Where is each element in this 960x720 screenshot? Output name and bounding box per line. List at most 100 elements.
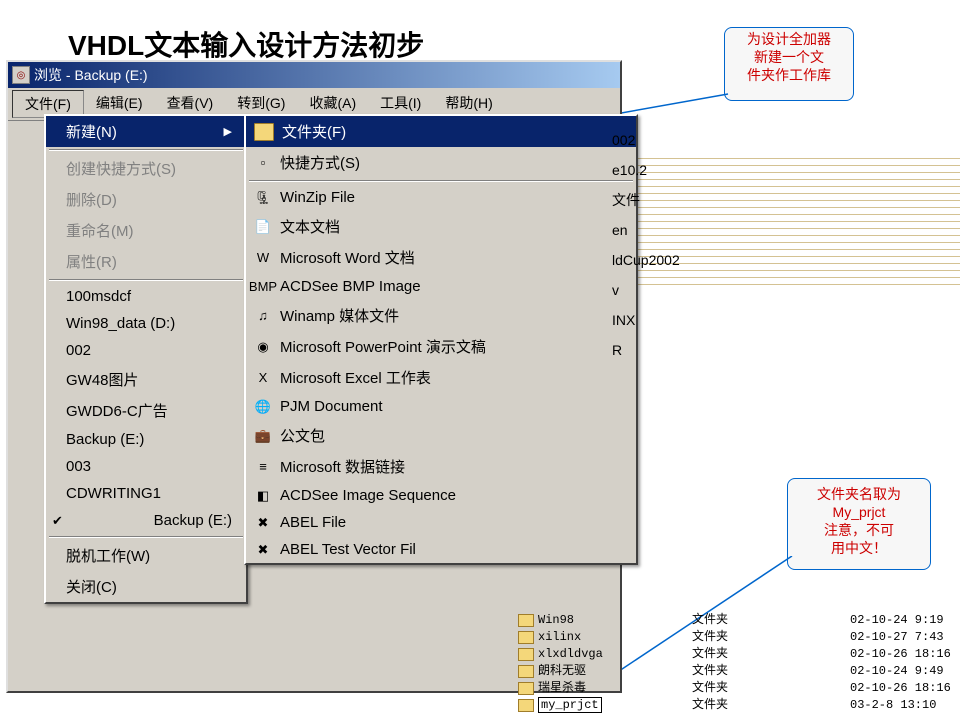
folder-date: 02-10-24 9:49 bbox=[850, 663, 960, 680]
folder-icon bbox=[518, 682, 534, 695]
new-item-acd[interactable]: ◧ACDSee Image Sequence bbox=[246, 482, 636, 509]
folder-icon bbox=[518, 631, 534, 644]
new-item-text[interactable]: 📄 文本文档 bbox=[246, 211, 636, 242]
new-item-winzip[interactable]: 🗜 WinZip File bbox=[246, 184, 636, 211]
folder-date: 03-2-8 13:10 bbox=[850, 697, 960, 714]
folder-date: 02-10-26 18:16 bbox=[850, 680, 960, 697]
folder-type: 文件夹 bbox=[692, 663, 850, 680]
folder-type: 文件夹 bbox=[692, 612, 850, 629]
menu-item-recent[interactable]: 003 bbox=[46, 453, 246, 480]
new-item-abel[interactable]: ✖ ABEL File bbox=[246, 509, 636, 536]
menu-item-recent[interactable]: Win98_data (D:) bbox=[46, 310, 246, 337]
shortcut-icon: ▫ bbox=[254, 155, 272, 171]
folder-date: 02-10-26 18:16 bbox=[850, 646, 960, 663]
folder-name: my_prjct bbox=[538, 697, 692, 714]
menu-item-new[interactable]: 新建(N)▶ bbox=[46, 116, 246, 147]
menu-item-recent[interactable]: GW48图片 bbox=[46, 364, 246, 395]
menu-item-close[interactable]: 关闭(C) bbox=[46, 571, 246, 602]
folder-date: 02-10-27 7:43 bbox=[850, 629, 960, 646]
mdb-icon: ≡ bbox=[254, 459, 272, 475]
background-list: 002e10.2 文件enldCup2002 vINX R bbox=[612, 125, 727, 365]
new-item-shortcut[interactable]: ▫ 快捷方式(S) bbox=[246, 147, 636, 178]
folder-icon bbox=[518, 648, 534, 661]
window-title: 浏览 - Backup (E:) bbox=[34, 65, 148, 85]
briefcase-icon: 💼 bbox=[254, 428, 272, 444]
folder-row[interactable]: 朗科无驱文件夹02-10-24 9:49 bbox=[518, 663, 960, 680]
callout-create-folder: 为设计全加器 新建一个文 件夹作工作库 bbox=[724, 27, 854, 101]
folder-icon bbox=[518, 665, 534, 678]
app-icon: ◎ bbox=[12, 66, 30, 84]
menu-item-rename: 重命名(M) bbox=[46, 215, 246, 246]
folder-icon bbox=[518, 699, 534, 712]
new-item-ppt[interactable]: ◉ Microsoft PowerPoint 演示文稿 bbox=[246, 331, 636, 362]
folder-row[interactable]: Win98文件夹02-10-24 9:19 bbox=[518, 612, 960, 629]
menu-item-label: Winamp 媒体文件 bbox=[280, 305, 399, 326]
excel-icon: X bbox=[254, 370, 272, 386]
menu-item-recent[interactable]: 002 bbox=[46, 337, 246, 364]
new-item-mdb[interactable]: ≡ Microsoft 数据链接 bbox=[246, 451, 636, 482]
menu-item-delete: 删除(D) bbox=[46, 184, 246, 215]
folder-type: 文件夹 bbox=[692, 629, 850, 646]
menu-item-shortcut: 创建快捷方式(S) bbox=[46, 153, 246, 184]
file-menu: 新建(N)▶ 创建快捷方式(S) 删除(D) 重命名(M) 属性(R) 100m… bbox=[44, 114, 248, 604]
menu-item-recent[interactable]: CDWRITING1 bbox=[46, 480, 246, 507]
new-item-winamp[interactable]: ♫ Winamp 媒体文件 bbox=[246, 300, 636, 331]
new-item-briefcase[interactable]: 💼 公文包 bbox=[246, 420, 636, 451]
menu-item-label: ABEL File bbox=[280, 514, 346, 531]
menu-item-label: 文本文档 bbox=[280, 216, 340, 237]
menu-item-recent[interactable]: 100msdcf bbox=[46, 283, 246, 310]
menu-item-label: 文件夹(F) bbox=[282, 121, 346, 142]
menu-item-properties: 属性(R) bbox=[46, 246, 246, 277]
folder-name: Win98 bbox=[538, 612, 692, 629]
menu-item-recent[interactable]: ✔Backup (E:) bbox=[46, 507, 246, 534]
menu-item-recent[interactable]: GWDD6-C广告 bbox=[46, 395, 246, 426]
rename-input[interactable]: my_prjct bbox=[538, 697, 602, 713]
menu-item-label: Microsoft 数据链接 bbox=[280, 456, 405, 477]
folder-name: 朗科无驱 bbox=[538, 663, 692, 680]
page-title: VHDL文本输入设计方法初步 bbox=[68, 24, 424, 64]
new-item-folder[interactable]: 文件夹(F) bbox=[246, 116, 636, 147]
folder-row[interactable]: 瑞星杀毒文件夹02-10-26 18:16 bbox=[518, 680, 960, 697]
menu-item-label: ACDSee BMP Image bbox=[280, 278, 421, 295]
menu-item-label: Microsoft Excel 工作表 bbox=[280, 367, 431, 388]
new-item-pjm[interactable]: 🌐PJM Document bbox=[246, 393, 636, 420]
folder-row[interactable]: xlxdldvga文件夹02-10-26 18:16 bbox=[518, 646, 960, 663]
check-icon: ✔ bbox=[52, 513, 63, 529]
folder-icon bbox=[518, 614, 534, 627]
folder-name: 瑞星杀毒 bbox=[538, 680, 692, 697]
winamp-icon: ♫ bbox=[254, 308, 272, 324]
menu-item-offline[interactable]: 脱机工作(W) bbox=[46, 540, 246, 571]
folder-name: xilinx bbox=[538, 629, 692, 646]
winzip-icon: 🗜 bbox=[254, 190, 272, 206]
menu-item-recent[interactable]: Backup (E:) bbox=[46, 426, 246, 453]
menu-item-label: 公文包 bbox=[280, 425, 325, 446]
new-item-bmp[interactable]: BMP ACDSee BMP Image bbox=[246, 273, 636, 300]
folder-row[interactable]: my_prjct 文件夹03-2-8 13:10 bbox=[518, 697, 960, 714]
submenu-arrow-icon: ▶ bbox=[224, 125, 232, 138]
folder-row[interactable]: xilinx文件夹02-10-27 7:43 bbox=[518, 629, 960, 646]
text-icon: 📄 bbox=[254, 219, 272, 235]
explorer-window: ◎ 浏览 - Backup (E:) 文件(F) 编辑(E) 查看(V) 转到(… bbox=[6, 60, 622, 693]
new-submenu: 文件夹(F)▫快捷方式(S)🗜WinZip File📄文本文档WMicrosof… bbox=[244, 114, 638, 565]
new-item-abel[interactable]: ✖ ABEL Test Vector Fil bbox=[246, 536, 636, 563]
folder-details-list: Win98文件夹02-10-24 9:19xilinx文件夹02-10-27 7… bbox=[518, 612, 960, 714]
word-icon: W bbox=[254, 250, 272, 266]
new-item-word[interactable]: WMicrosoft Word 文档 bbox=[246, 242, 636, 273]
menu-item-label: WinZip File bbox=[280, 189, 355, 206]
pjm-icon: 🌐 bbox=[254, 399, 272, 415]
window-titlebar: ◎ 浏览 - Backup (E:) bbox=[8, 62, 620, 88]
folder-name: xlxdldvga bbox=[538, 646, 692, 663]
folder-icon bbox=[254, 123, 274, 141]
bmp-icon: BMP bbox=[254, 279, 272, 295]
abel-icon: ✖ bbox=[254, 515, 272, 531]
folder-date: 02-10-24 9:19 bbox=[850, 612, 960, 629]
menu-item-label: Microsoft PowerPoint 演示文稿 bbox=[280, 336, 486, 357]
menu-item-label: ABEL Test Vector Fil bbox=[280, 541, 416, 558]
new-item-excel[interactable]: X Microsoft Excel 工作表 bbox=[246, 362, 636, 393]
folder-type: 文件夹 bbox=[692, 646, 850, 663]
abel-icon: ✖ bbox=[254, 542, 272, 558]
ppt-icon: ◉ bbox=[254, 339, 272, 355]
folder-type: 文件夹 bbox=[692, 697, 850, 714]
acd-icon: ◧ bbox=[254, 488, 272, 504]
menu-item-label: 快捷方式(S) bbox=[280, 152, 360, 173]
